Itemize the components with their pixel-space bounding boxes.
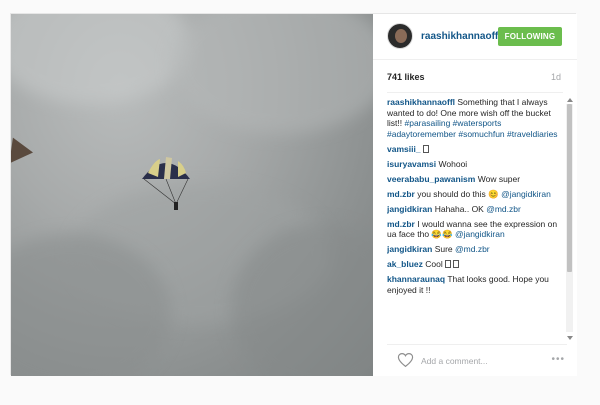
heart-icon[interactable] xyxy=(397,352,414,368)
divider xyxy=(387,92,563,93)
cloud-shape xyxy=(11,14,191,104)
comment-item: jangidkiran Sure @md.zbr xyxy=(387,244,567,255)
following-button[interactable]: FOLLOWING xyxy=(498,27,562,46)
comment-username[interactable]: ak_bluez xyxy=(387,259,423,269)
comment-item: veerababu_pawanism Wow super xyxy=(387,174,567,185)
cloud-shape xyxy=(171,14,373,134)
comment-text: you should do this 😊 xyxy=(414,188,502,199)
post-photo[interactable] xyxy=(11,14,373,376)
page-frame: raashikhannaoffl FOLLOWING 741 likes 1d … xyxy=(0,0,600,405)
comment-item: md.zbr you should do this 😊 @jangidkiran xyxy=(387,189,567,200)
comment-footer: Add a comment... ••• xyxy=(387,344,567,368)
post-time[interactable]: 1d xyxy=(551,72,561,82)
post-stats: 741 likes 1d xyxy=(387,72,567,86)
likes-count[interactable]: 741 likes xyxy=(387,72,425,82)
post-header: raashikhannaoffl FOLLOWING xyxy=(373,14,577,60)
comment-item: jangidkiran Hahaha.. OK @md.zbr xyxy=(387,204,567,215)
emoji-glyph-icon xyxy=(444,260,451,268)
comment-tags[interactable]: @md.zbr xyxy=(455,244,490,254)
comment-tags[interactable]: @jangidkiran xyxy=(501,189,551,199)
comment-text: Wohooi xyxy=(436,158,468,169)
comment-item: vamsiii_ xyxy=(387,144,567,155)
username-link[interactable]: raashikhannaoffl xyxy=(421,31,501,42)
comment-tags[interactable]: #parasailing #watersports #adaytoremembe… xyxy=(387,118,558,139)
comment-username[interactable]: veerababu_pawanism xyxy=(387,174,475,184)
dark-object-edge xyxy=(11,137,35,167)
scrollbar-thumb[interactable] xyxy=(567,104,572,272)
emoji-glyph-icon xyxy=(452,260,459,268)
more-options-icon[interactable]: ••• xyxy=(551,354,565,365)
comment-text: Hahaha.. OK xyxy=(432,203,487,214)
comment-username[interactable]: vamsiii_ xyxy=(387,144,421,154)
parachute-icon xyxy=(142,157,190,210)
comment-tags[interactable]: @jangidkiran xyxy=(455,229,505,239)
comment-username[interactable]: md.zbr xyxy=(387,189,415,199)
emoji-glyph-icon xyxy=(422,144,429,153)
comment-username[interactable]: md.zbr xyxy=(387,219,415,229)
comment-username[interactable]: isuryavamsi xyxy=(387,159,436,169)
avatar[interactable] xyxy=(387,23,413,49)
scroll-up-arrow[interactable] xyxy=(567,98,573,102)
comment-item: raashikhannaoffl Something that I always… xyxy=(387,97,567,139)
comment-username[interactable]: jangidkiran xyxy=(387,204,432,214)
comment-tags[interactable]: @md.zbr xyxy=(486,204,521,214)
scroll-down-arrow[interactable] xyxy=(567,336,573,340)
comment-text: Cool xyxy=(422,259,443,269)
comment-username[interactable]: khannaraunaq xyxy=(387,274,445,284)
comment-item: isuryavamsi Wohooi xyxy=(387,159,567,170)
comment-username[interactable]: raashikhannaoffl xyxy=(387,97,455,107)
post-sidebar: raashikhannaoffl FOLLOWING 741 likes 1d … xyxy=(373,14,577,376)
comment-username[interactable]: jangidkiran xyxy=(387,244,432,254)
comment-item: md.zbr I would wanna see the expression … xyxy=(387,219,567,240)
comment-text: Wow super xyxy=(475,173,521,184)
instagram-post: raashikhannaoffl FOLLOWING 741 likes 1d … xyxy=(10,13,577,376)
comments-list: raashikhannaoffl Something that I always… xyxy=(387,97,567,335)
comment-item: khannaraunaq That looks good. Hope you e… xyxy=(387,274,567,295)
comment-text: Sure xyxy=(432,244,456,254)
comment-item: ak_bluez Cool xyxy=(387,259,567,270)
add-comment-input[interactable]: Add a comment... xyxy=(421,356,488,366)
